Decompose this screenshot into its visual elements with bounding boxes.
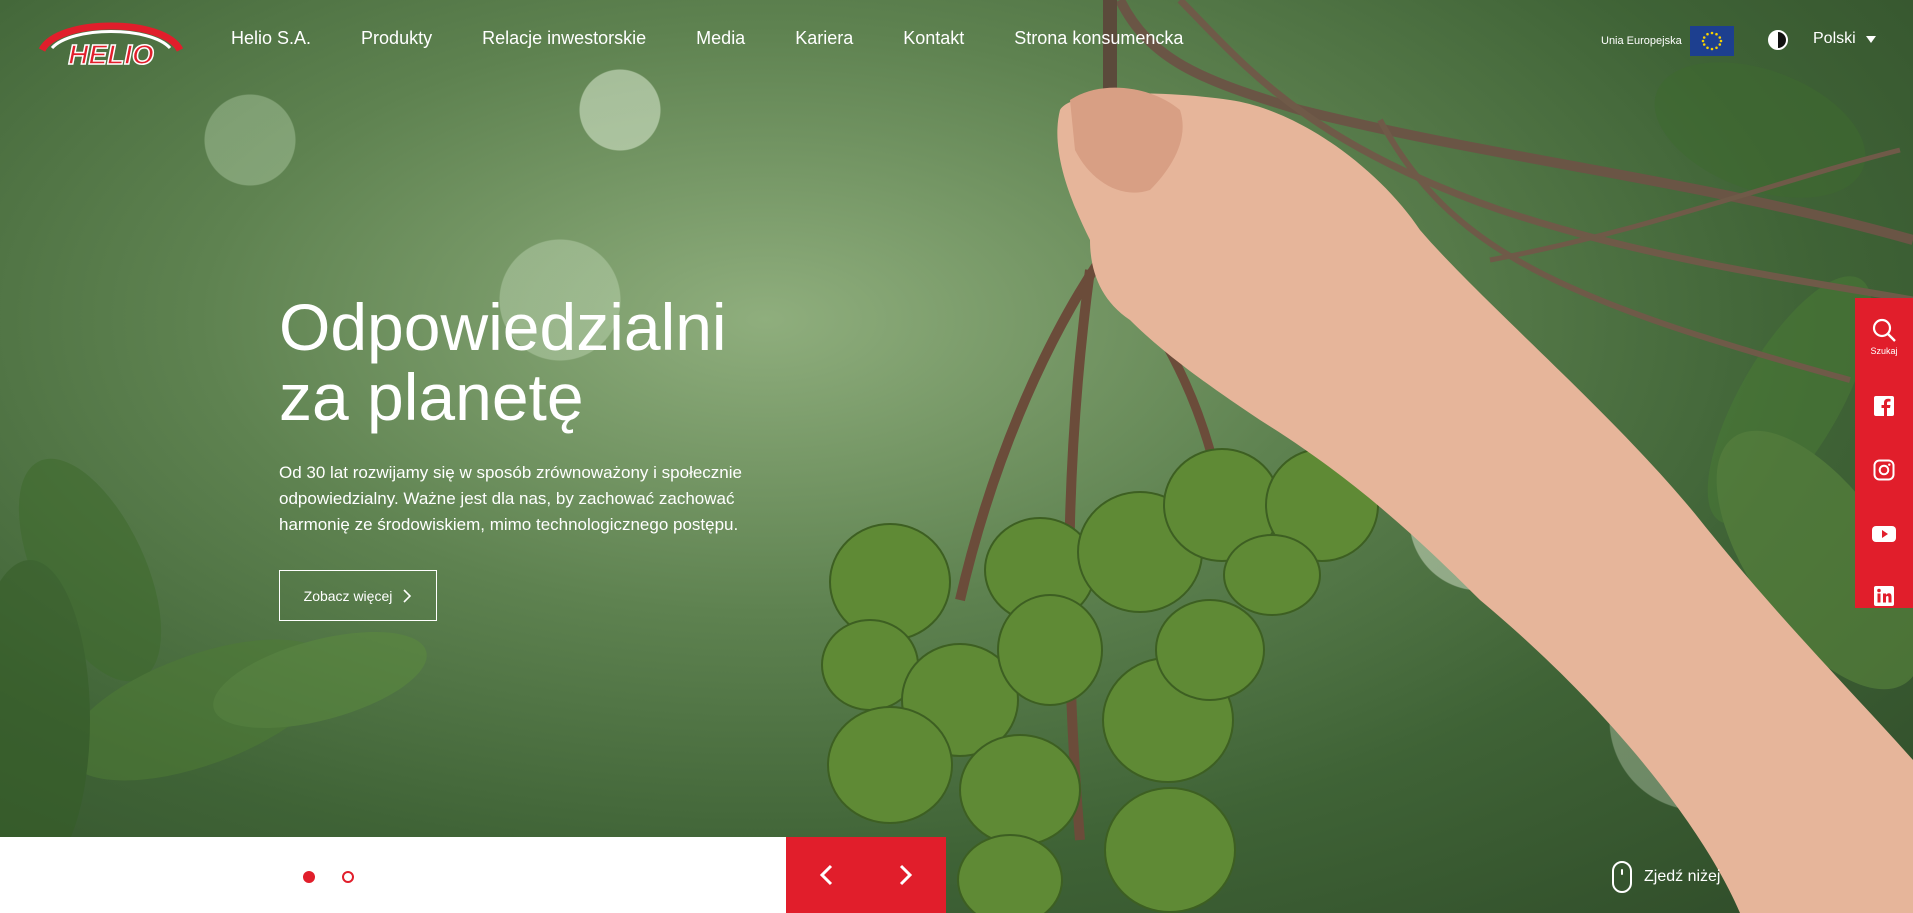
youtube-icon <box>1872 526 1896 542</box>
hero-photo <box>0 0 1913 913</box>
helio-logo[interactable]: HELIO <box>38 12 184 71</box>
instagram-icon <box>1873 459 1895 481</box>
slider-dot-1[interactable] <box>303 871 315 883</box>
previous-slide-button[interactable] <box>786 837 866 913</box>
linkedin-icon <box>1874 586 1894 606</box>
chevron-right-icon <box>403 588 412 603</box>
hero-title: Odpowiedzialni za planetę <box>279 292 727 432</box>
facebook-icon <box>1874 396 1894 416</box>
hero-description: Od 30 lat rozwijamy się w sposób zrównow… <box>279 463 742 534</box>
mouse-icon <box>1612 861 1632 893</box>
search-icon <box>1872 318 1896 342</box>
eu-stars <box>1701 31 1723 51</box>
linkedin-link[interactable] <box>1855 566 1913 626</box>
nav-helio-sa[interactable]: Helio S.A. <box>231 28 311 49</box>
eu-badge[interactable]: Unia Europejska <box>1601 26 1734 56</box>
nav-strona-konsumencka[interactable]: Strona konsumencka <box>1014 28 1183 49</box>
hero-title-line2: za planetę <box>279 360 584 434</box>
language-selector[interactable]: Polski <box>1813 30 1876 48</box>
search-button[interactable]: Szukaj <box>1855 308 1913 364</box>
eu-label: Unia Europejska <box>1601 35 1682 47</box>
slider-bar <box>0 837 786 913</box>
nav-relacje-inwestorskie[interactable]: Relacje inwestorskie <box>482 28 646 49</box>
site-header: HELIO Helio S.A. Produkty Relacje inwest… <box>0 0 1913 80</box>
scroll-down-label: Zjedź niżej <box>1644 868 1721 885</box>
eu-flag-icon <box>1689 26 1734 56</box>
facebook-link[interactable] <box>1855 376 1913 436</box>
hero-background <box>0 0 1913 913</box>
language-label: Polski <box>1813 30 1856 47</box>
next-slide-button[interactable] <box>866 837 946 913</box>
slider-dot-2[interactable] <box>342 871 354 883</box>
youtube-link[interactable] <box>1855 504 1913 564</box>
scroll-down-button[interactable]: Zjedź niżej <box>1612 861 1720 893</box>
contrast-toggle-icon[interactable] <box>1768 30 1788 50</box>
main-nav: Helio S.A. Produkty Relacje inwestorskie… <box>231 28 1233 49</box>
chevron-down-icon <box>1865 35 1876 43</box>
nav-media[interactable]: Media <box>696 28 745 49</box>
slider-arrows <box>786 837 946 913</box>
helio-logo-mark: HELIO <box>38 22 184 71</box>
svg-text:HELIO: HELIO <box>68 39 154 70</box>
instagram-link[interactable] <box>1855 440 1913 500</box>
chevron-left-icon <box>819 864 833 886</box>
hero-title-line1: Odpowiedzialni <box>279 290 727 364</box>
nav-produkty[interactable]: Produkty <box>361 28 432 49</box>
see-more-label: Zobacz więcej <box>303 587 393 604</box>
chevron-right-icon <box>899 864 913 886</box>
see-more-button[interactable]: Zobacz więcej <box>279 570 437 621</box>
search-label: Szukaj <box>1870 345 1898 356</box>
nav-kontakt[interactable]: Kontakt <box>903 28 964 49</box>
nav-kariera[interactable]: Kariera <box>795 28 853 49</box>
social-sidebar: Szukaj <box>1855 298 1913 608</box>
